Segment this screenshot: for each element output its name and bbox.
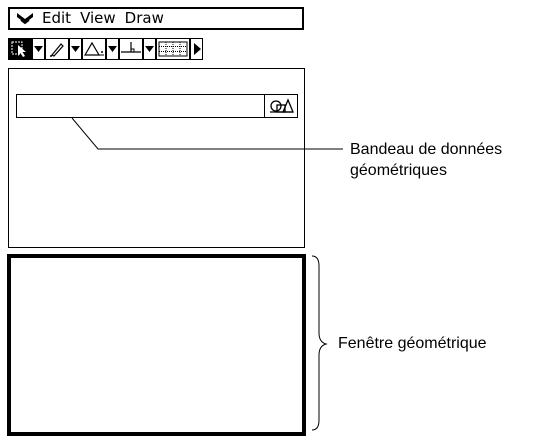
data-bar-callout-line [71,117,343,150]
data-bar-label: Bandeau de données géométriques [350,139,502,181]
geometry-window-brace [311,255,328,431]
geometry-window-label: Fenêtre géométrique [338,335,487,352]
data-bar-label-line2: géométriques [350,162,447,179]
data-bar-label-line1: Bandeau de données [350,141,503,158]
callout-lines [71,117,343,431]
